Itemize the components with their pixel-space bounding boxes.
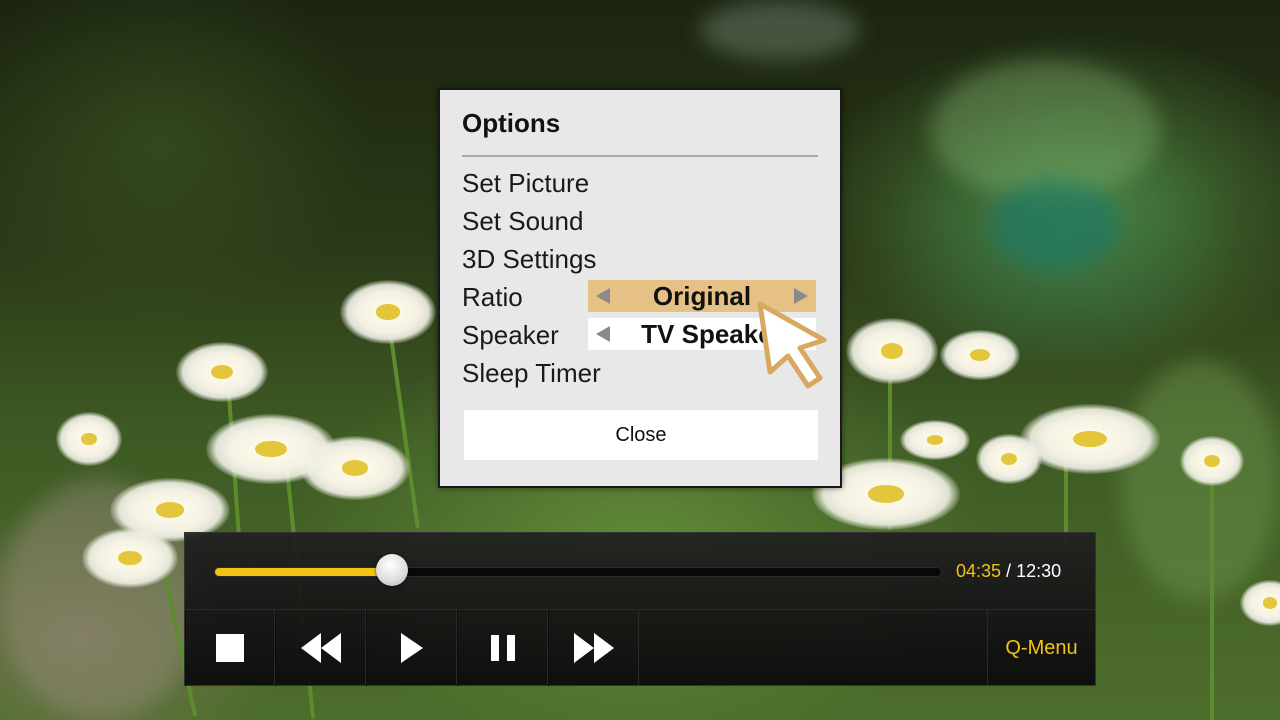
total-time: 12:30	[1016, 561, 1062, 581]
pointer-cursor-icon	[757, 301, 827, 389]
option-set-sound[interactable]: Set Sound	[462, 206, 583, 237]
option-3d-settings[interactable]: 3D Settings	[462, 244, 596, 275]
option-ratio[interactable]: Ratio	[462, 282, 523, 313]
current-time: 04:35	[956, 561, 1002, 581]
q-menu-button[interactable]: Q-Menu	[987, 610, 1095, 686]
stop-button[interactable]	[185, 610, 275, 686]
option-speaker[interactable]: Speaker	[462, 320, 559, 351]
fast-forward-icon	[573, 633, 614, 663]
rewind-button[interactable]	[275, 610, 366, 686]
progress-thumb[interactable]	[375, 554, 408, 586]
option-sleep-timer[interactable]: Sleep Timer	[462, 358, 601, 389]
dialog-title: Options	[462, 108, 561, 138]
stop-icon	[216, 634, 244, 662]
progress-track[interactable]	[214, 567, 942, 577]
close-button[interactable]: Close	[464, 410, 818, 460]
rewind-icon	[300, 633, 341, 663]
player-bar: 04:35 / 12:30 Q-Menu	[184, 532, 1096, 686]
option-set-picture[interactable]: Set Picture	[462, 168, 589, 199]
progress-fill	[215, 568, 393, 576]
dialog-divider	[462, 155, 818, 157]
play-icon	[400, 633, 423, 663]
pause-icon	[490, 635, 515, 661]
fast-forward-button[interactable]	[548, 610, 639, 686]
time-display: 04:35 / 12:30	[956, 561, 1061, 582]
control-buttons: Q-Menu	[185, 609, 1095, 686]
play-button[interactable]	[366, 610, 457, 686]
options-dialog: Options Set Picture Set Sound 3D Setting…	[438, 88, 842, 488]
time-separator: /	[1001, 561, 1017, 581]
pause-button[interactable]	[457, 610, 548, 686]
